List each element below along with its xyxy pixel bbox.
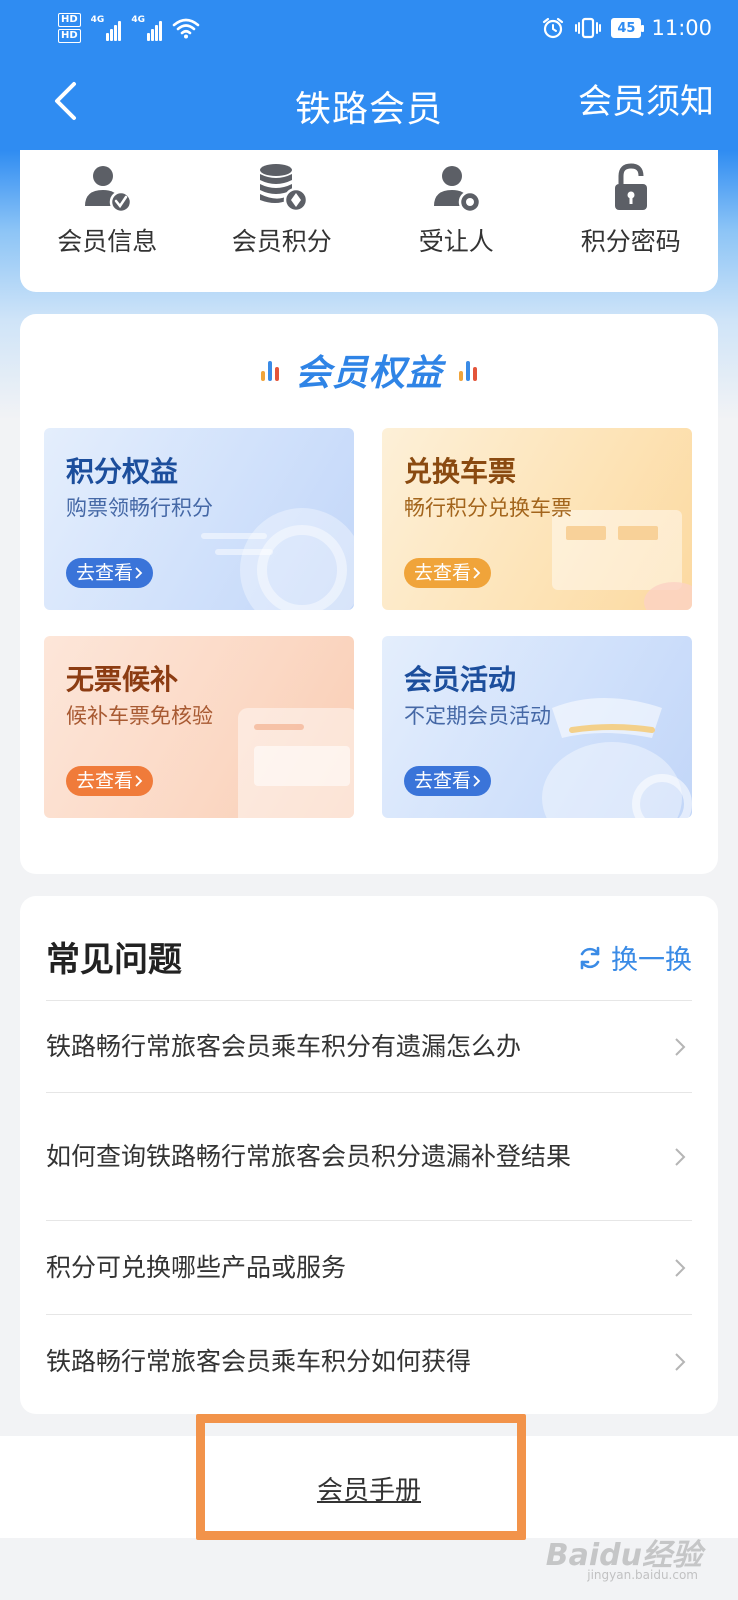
view-button-label: 去查看 bbox=[414, 562, 472, 584]
view-button-label: 去查看 bbox=[76, 562, 134, 584]
chevron-right-icon bbox=[473, 567, 481, 579]
navigation-bar: 铁路会员 会员须知 bbox=[0, 56, 738, 150]
member-notice-link[interactable]: 会员须知 bbox=[578, 74, 714, 123]
chevron-right-icon bbox=[675, 1147, 686, 1166]
gift-bag-illustration-icon bbox=[542, 698, 692, 818]
faq-item[interactable]: 铁路畅行常旅客会员乘车积分如何获得 bbox=[46, 1314, 692, 1408]
faq-item[interactable]: 积分可兑换哪些产品或服务 bbox=[46, 1220, 692, 1314]
chevron-right-icon bbox=[135, 775, 143, 787]
faq-item[interactable]: 铁路畅行常旅客会员乘车积分有遗漏怎么办 bbox=[46, 1000, 692, 1092]
benefits-title: 会员权益 bbox=[294, 353, 443, 394]
benefits-header: 会员权益 bbox=[20, 344, 718, 396]
faq-question: 铁路畅行常旅客会员乘车积分如何获得 bbox=[46, 1346, 472, 1376]
status-right: 45 11:00 bbox=[541, 16, 712, 40]
tile-subtitle: 不定期会员活动 bbox=[404, 704, 551, 728]
quick-entry-label: 积分密码 bbox=[580, 227, 681, 256]
benefit-tile-waitlist[interactable]: 无票候补 候补车票免核验 去查看 bbox=[44, 636, 354, 818]
decoration-bars-icon bbox=[459, 359, 477, 381]
vibrate-icon bbox=[575, 17, 602, 39]
tile-subtitle: 畅行积分兑换车票 bbox=[404, 496, 572, 520]
hd-badge: HD bbox=[58, 13, 81, 27]
quick-entry-assignee[interactable]: 受让人 bbox=[369, 150, 544, 292]
watermark-url: jingyan.baidu.com bbox=[587, 1568, 698, 1582]
alarm-icon bbox=[543, 17, 564, 39]
member-info-icon bbox=[85, 166, 133, 214]
chevron-right-icon bbox=[473, 775, 481, 787]
faq-item[interactable]: 如何查询铁路畅行常旅客会员积分遗漏补登结果 bbox=[46, 1092, 692, 1220]
view-button[interactable]: 去查看 bbox=[66, 766, 154, 796]
tile-subtitle: 购票领畅行积分 bbox=[66, 496, 213, 520]
view-button[interactable]: 去查看 bbox=[404, 766, 492, 796]
phone-ticket-illustration-icon bbox=[238, 708, 354, 818]
benefit-tile-exchange-tickets[interactable]: 兑换车票 畅行积分兑换车票 去查看 bbox=[382, 428, 692, 610]
tile-title: 会员活动 bbox=[404, 663, 517, 696]
status-indicators: HD HD 4G 4G bbox=[58, 13, 200, 43]
faq-question: 积分可兑换哪些产品或服务 bbox=[46, 1252, 347, 1282]
benefit-tile-activities[interactable]: 会员活动 不定期会员活动 去查看 bbox=[382, 636, 692, 818]
wifi-icon bbox=[172, 18, 200, 39]
refresh-icon bbox=[580, 946, 600, 969]
refresh-button[interactable]: 换一换 bbox=[577, 938, 692, 977]
quick-entry-label: 会员积分 bbox=[231, 227, 332, 256]
clock: 11:00 bbox=[651, 16, 712, 40]
railway-membership-page: HD HD 4G 4G 45 11:00 铁路会员 会员须知 会员信息 会员积分… bbox=[0, 0, 738, 1600]
faq-card: 常见问题 换一换 铁路畅行常旅客会员乘车积分有遗漏怎么办 如何查询铁路畅行常旅客… bbox=[20, 896, 718, 1414]
faq-question: 铁路畅行常旅客会员乘车积分有遗漏怎么办 bbox=[46, 1031, 522, 1061]
view-button-label: 去查看 bbox=[76, 770, 134, 792]
quick-entry-label: 会员信息 bbox=[57, 227, 158, 256]
quick-entry-label: 受让人 bbox=[418, 227, 494, 256]
view-button[interactable]: 去查看 bbox=[404, 558, 492, 588]
quick-entries-card: 会员信息 会员积分 受让人 积分密码 bbox=[20, 150, 718, 292]
quick-entry-member-points[interactable]: 会员积分 bbox=[195, 150, 370, 292]
faq-list: 铁路畅行常旅客会员乘车积分有遗漏怎么办 如何查询铁路畅行常旅客会员积分遗漏补登结… bbox=[46, 1000, 692, 1408]
tile-subtitle: 候补车票免核验 bbox=[66, 704, 213, 728]
quick-entry-points-password[interactable]: 积分密码 bbox=[544, 150, 719, 292]
hd-badge: HD bbox=[58, 29, 81, 43]
chevron-right-icon bbox=[135, 567, 143, 579]
chevron-right-icon bbox=[675, 1352, 686, 1371]
status-bar: HD HD 4G 4G 45 11:00 bbox=[0, 0, 738, 56]
highlight-annotation-box bbox=[196, 1414, 526, 1540]
assignee-icon bbox=[434, 166, 482, 214]
member-benefits-card: 会员权益 积分权益 购票领畅行积分 去查看 兑换车票 畅行积分兑换车票 去查看 … bbox=[20, 314, 718, 874]
points-coins-icon bbox=[259, 164, 308, 213]
refresh-label: 换一换 bbox=[611, 945, 692, 976]
signal-strength-icon: 4G bbox=[131, 15, 162, 41]
benefit-tile-points[interactable]: 积分权益 购票领畅行积分 去查看 bbox=[44, 428, 354, 610]
tile-title: 无票候补 bbox=[66, 663, 179, 696]
quick-entry-member-info[interactable]: 会员信息 bbox=[20, 150, 195, 292]
network-type: 4G bbox=[131, 15, 145, 25]
faq-question: 如何查询铁路畅行常旅客会员积分遗漏补登结果 bbox=[46, 1141, 572, 1171]
chevron-right-icon bbox=[675, 1258, 686, 1277]
view-button-label: 去查看 bbox=[414, 770, 472, 792]
lock-icon bbox=[614, 163, 647, 210]
chevron-right-icon bbox=[675, 1037, 686, 1056]
signal-strength-icon: 4G bbox=[91, 15, 122, 41]
tile-title: 积分权益 bbox=[66, 455, 179, 488]
faq-title: 常见问题 bbox=[46, 940, 182, 980]
faq-header: 常见问题 换一换 bbox=[46, 932, 692, 982]
railway-logo-icon bbox=[201, 508, 354, 610]
decoration-bars-icon bbox=[260, 359, 279, 381]
battery-indicator: 45 bbox=[611, 18, 645, 38]
hd-badges: HD HD bbox=[58, 13, 81, 43]
view-button[interactable]: 去查看 bbox=[66, 558, 154, 588]
tile-title: 兑换车票 bbox=[404, 455, 517, 488]
network-type: 4G bbox=[90, 15, 105, 25]
